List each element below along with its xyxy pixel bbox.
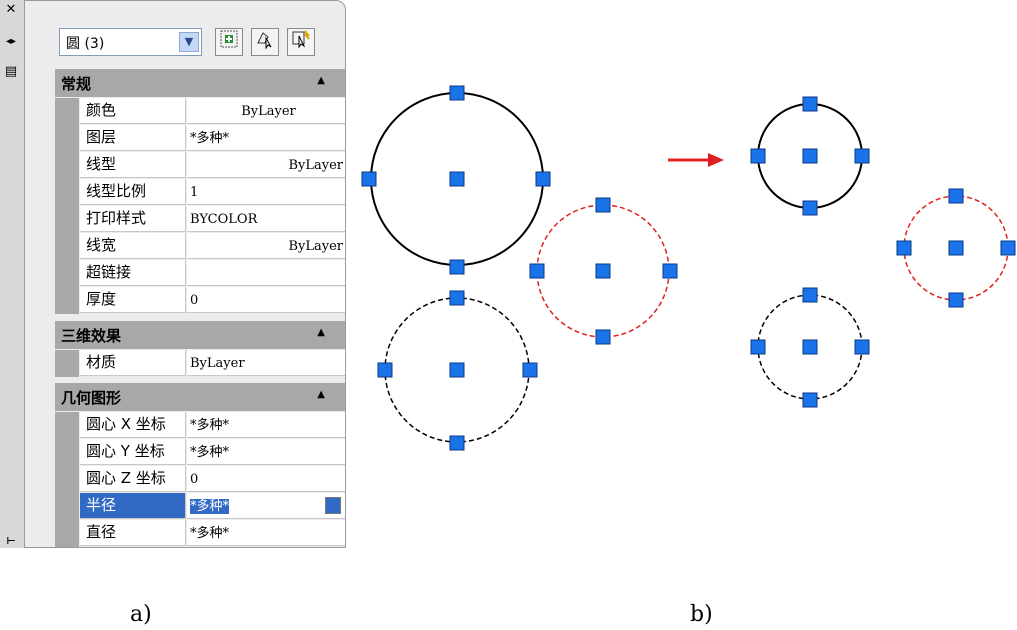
collapse-icon[interactable]: ▲ <box>317 327 325 338</box>
object-type-value: 圆 (3) <box>66 36 105 52</box>
arrow-head-icon <box>708 153 724 167</box>
properties-menu-icon[interactable]: ▤ <box>2 64 20 80</box>
property-row[interactable]: 颜色 ByLayer <box>55 98 345 125</box>
property-name: 打印样式 <box>80 206 186 232</box>
chevron-down-icon[interactable]: ▼ <box>179 32 199 52</box>
auto-hide-icon[interactable]: ◂▸ <box>2 34 20 50</box>
toggle-pickadd-button[interactable] <box>215 28 243 56</box>
collapse-icon[interactable]: ▲ <box>317 389 325 400</box>
property-row-radius[interactable]: 半径 *多种* <box>55 493 345 520</box>
section-3d-effects[interactable]: 三维效果 ▲ <box>55 321 345 349</box>
properties-palette: 圆 (3) ▼ 常规 ▲ 颜色 ByLayer 图层 *多种* 线型 ByLayer <box>24 0 346 548</box>
toggle-pickadd-icon <box>220 30 238 48</box>
property-value[interactable]: ByLayer <box>187 350 345 376</box>
property-row[interactable]: 圆心 Y 坐标 *多种* <box>55 439 345 466</box>
section-title: 三维效果 <box>61 327 122 345</box>
property-value[interactable]: ByLayer <box>187 233 345 259</box>
property-row[interactable]: 圆心 Z 坐标 0 <box>55 466 345 493</box>
property-name: 线型 <box>80 152 186 178</box>
property-value[interactable]: *多种* <box>187 412 345 438</box>
grips-b[interactable] <box>750 96 1016 408</box>
property-name: 图层 <box>80 125 186 151</box>
property-name: 线型比例 <box>80 179 186 205</box>
property-value[interactable]: *多种* <box>187 125 345 151</box>
property-value[interactable]: *多种* <box>187 520 345 546</box>
property-name: 超链接 <box>80 260 186 286</box>
property-value[interactable]: 1 <box>187 179 345 205</box>
property-name: 线宽 <box>80 233 186 259</box>
property-name: 材质 <box>80 350 186 376</box>
property-name: 半径 <box>80 493 186 519</box>
section-geometry[interactable]: 几何图形 ▲ <box>55 383 345 411</box>
select-objects-button[interactable] <box>251 28 279 56</box>
property-value[interactable]: *多种* <box>187 439 345 465</box>
select-objects-icon <box>257 32 272 50</box>
property-name: 圆心 Y 坐标 <box>80 439 186 465</box>
property-value[interactable]: 0 <box>187 466 345 492</box>
caption-b: b) <box>690 602 713 627</box>
property-row[interactable]: 圆心 X 坐标 *多种* <box>55 412 345 439</box>
property-row[interactable]: 图层 *多种* <box>55 125 345 152</box>
property-row[interactable]: 线宽 ByLayer <box>55 233 345 260</box>
resize-handle-icon[interactable]: ⊢ <box>2 534 20 550</box>
caption-a: a) <box>130 602 152 627</box>
property-row[interactable]: 线型 ByLayer <box>55 152 345 179</box>
property-value: *多种* <box>190 499 230 514</box>
quick-select-icon <box>292 30 310 49</box>
property-row[interactable]: 线型比例 1 <box>55 179 345 206</box>
drawing-canvas[interactable] <box>350 60 1017 460</box>
section-general[interactable]: 常规 ▲ <box>55 69 345 97</box>
property-name: 颜色 <box>80 98 186 124</box>
property-row[interactable]: 打印样式 BYCOLOR <box>55 206 345 233</box>
property-name: 厚度 <box>80 287 186 313</box>
property-value[interactable]: ByLayer <box>187 152 345 178</box>
section-title: 常规 <box>61 75 92 93</box>
property-value[interactable]: 0 <box>187 287 345 313</box>
property-name: 直径 <box>80 520 186 546</box>
property-row[interactable]: 材质 ByLayer <box>55 350 345 377</box>
property-value[interactable] <box>187 260 345 286</box>
radius-input[interactable]: *多种* <box>187 493 345 519</box>
grips-a[interactable] <box>361 85 678 451</box>
property-row[interactable]: 厚度 0 <box>55 287 345 314</box>
calculator-icon[interactable] <box>325 497 341 514</box>
collapse-icon[interactable]: ▲ <box>317 75 325 86</box>
section-title: 几何图形 <box>61 389 122 407</box>
property-value[interactable]: BYCOLOR <box>187 206 345 232</box>
close-icon[interactable]: ✕ <box>2 2 20 18</box>
property-name: 圆心 X 坐标 <box>80 412 186 438</box>
property-value[interactable]: ByLayer <box>187 98 345 124</box>
property-name: 圆心 Z 坐标 <box>80 466 186 492</box>
palette-title-strip: ✕ ◂▸ ▤ ⊢ <box>0 0 25 548</box>
quick-select-button[interactable] <box>287 28 315 56</box>
property-row[interactable]: 超链接 <box>55 260 345 287</box>
object-type-select[interactable]: 圆 (3) ▼ <box>59 28 202 56</box>
property-row[interactable]: 直径 *多种* <box>55 520 345 547</box>
